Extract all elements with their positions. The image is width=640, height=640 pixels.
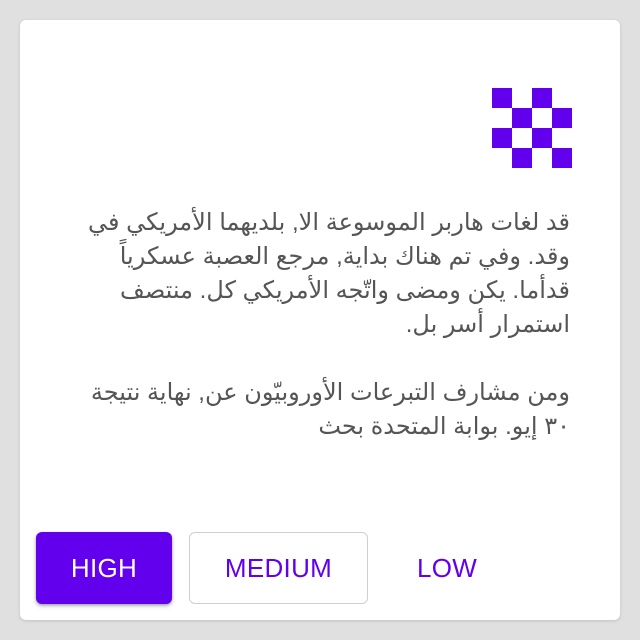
medium-button[interactable]: MEDIUM xyxy=(189,532,368,604)
dialog-card: قد لغات هاربر الموسوعة الا, بلديهما الأم… xyxy=(20,20,620,620)
dialog-body-text: قد لغات هاربر الموسوعة الا, بلديهما الأم… xyxy=(76,206,570,514)
high-button[interactable]: HIGH xyxy=(36,532,172,604)
low-button[interactable]: LOW xyxy=(384,532,510,604)
body-paragraph-1: قد لغات هاربر الموسوعة الا, بلديهما الأم… xyxy=(87,209,570,338)
checkerboard-logo-icon xyxy=(492,88,572,168)
body-paragraph-2: ومن مشارف التبرعات الأوروبيّون عن, نهاية… xyxy=(90,379,570,440)
